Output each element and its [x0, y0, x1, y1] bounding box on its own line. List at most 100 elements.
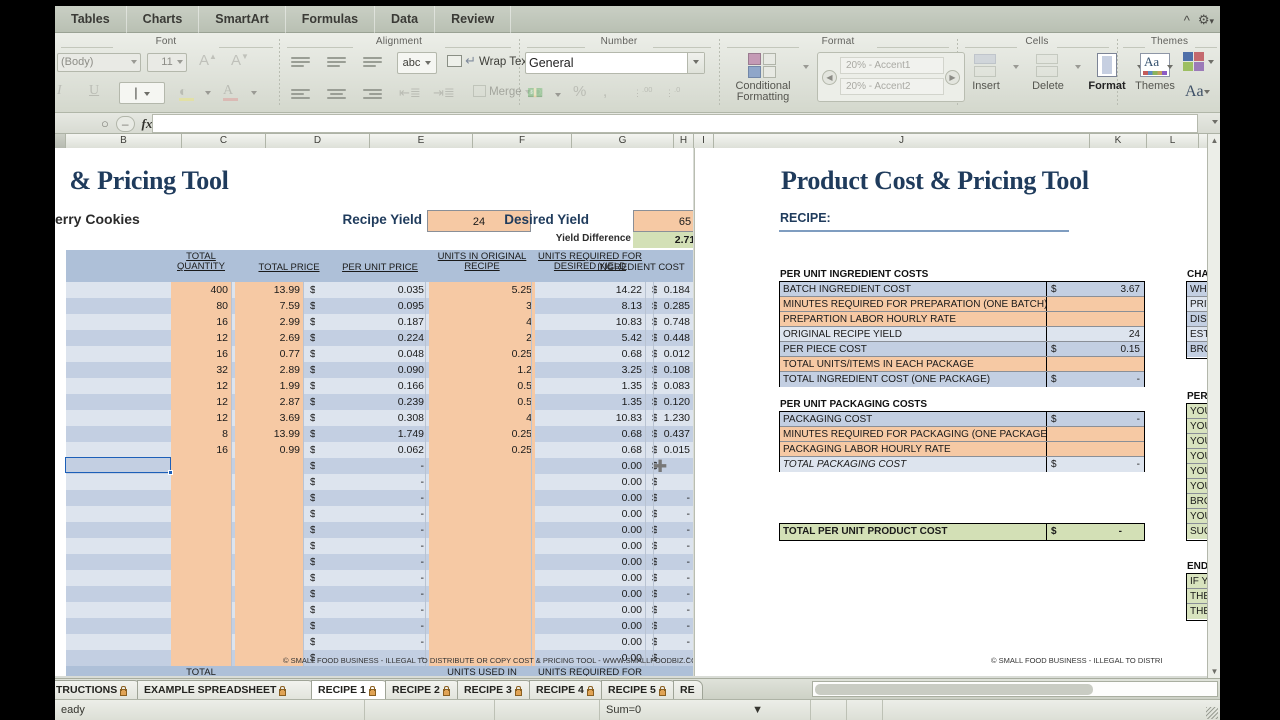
cell-per-unit-price[interactable]: - [315, 538, 427, 554]
shrink-font-button[interactable]: A▼ [231, 52, 249, 69]
cell-per-unit-price[interactable]: 0.187 [315, 314, 427, 330]
cell-total-price[interactable] [235, 634, 303, 650]
cell-total-quantity[interactable]: 12 [171, 410, 231, 426]
vertical-scrollbar[interactable]: ▲ ▼ [1207, 134, 1220, 678]
horizontal-scrollbar[interactable] [812, 681, 1218, 697]
ingredient-cost-row[interactable]: PER PIECE COST $0.15 [780, 342, 1144, 357]
ribbon-tab-data[interactable]: Data [375, 6, 436, 33]
cancel-icon[interactable]: ○ [101, 116, 109, 131]
cell-units-original[interactable] [429, 506, 535, 522]
cell-units-required[interactable]: 0.68 [535, 426, 645, 442]
cell-total-quantity[interactable] [171, 634, 231, 650]
cell-ingredient-cost[interactable]: - [657, 506, 693, 522]
cell-total-price[interactable]: 0.77 [235, 346, 303, 362]
cell-total-quantity[interactable]: 16 [171, 314, 231, 330]
grow-font-button[interactable]: A▲ [199, 52, 217, 69]
cell-units-original[interactable] [429, 490, 535, 506]
cell-units-required[interactable]: 0.00 [535, 490, 645, 506]
cell-ingredient-cost[interactable]: 0.285 [657, 298, 693, 314]
status-sum[interactable]: Sum=0 ▼ [600, 700, 775, 720]
cell-total-price[interactable]: 2.87 [235, 394, 303, 410]
cell-units-required[interactable]: 0.00 [535, 570, 645, 586]
cell-units-required[interactable]: 10.83 [535, 410, 645, 426]
fill-color-button[interactable]: ◐ [179, 83, 194, 101]
cell-styles-gallery[interactable]: ◀ ▶ 20% - Accent1 20% - Accent2 [817, 52, 965, 102]
ingredient-cost-row[interactable]: MINUTES REQUIRED FOR PREPARATION (ONE BA… [780, 297, 1144, 312]
cell-per-unit-price[interactable]: - [315, 506, 427, 522]
font-size-caret-icon[interactable] [177, 60, 183, 64]
fill-color-caret-icon[interactable] [205, 91, 211, 95]
ribbon-tab-smartart[interactable]: SmartArt [199, 6, 286, 33]
cell-units-original[interactable]: 4 [429, 410, 535, 426]
ingredient-cost-row[interactable]: TOTAL UNITS/ITEMS IN EACH PACKAGE [780, 357, 1144, 372]
cell-per-unit-price[interactable]: 0.090 [315, 362, 427, 378]
sheet-tab-tructions[interactable]: TRUCTIONS [55, 680, 141, 699]
cell-total-quantity[interactable] [171, 602, 231, 618]
cell-ingredient-cost[interactable]: 0.012 [657, 346, 693, 362]
chevron-down-icon[interactable]: ▼ [752, 700, 763, 720]
formula-expand-icon[interactable] [1212, 116, 1218, 128]
align-left-button[interactable] [291, 87, 310, 101]
packaging-cost-row-value-cell[interactable] [1046, 442, 1144, 456]
decrease-decimal-icon[interactable]: ⋮.0 [665, 85, 680, 99]
ribbon-tab-formulas[interactable]: Formulas [286, 6, 376, 33]
ingredient-cost-row[interactable]: PREPARTION LABOR HOURLY RATE [780, 312, 1144, 327]
cell-total-quantity[interactable] [171, 650, 231, 666]
name-box[interactable] [55, 113, 101, 133]
packaging-cost-row[interactable]: PACKAGING COST $ - [780, 412, 1144, 427]
cell-ingredient-cost[interactable]: 0.015 [657, 442, 693, 458]
ingredient-cost-row-value-cell[interactable]: 24 [1046, 327, 1144, 341]
theme-fonts-caret-icon[interactable] [1203, 90, 1210, 95]
delete-cells-button[interactable]: Delete [1025, 53, 1071, 92]
align-middle-button[interactable] [327, 55, 346, 69]
indent-increase-icon[interactable]: ⇥≣ [433, 85, 455, 101]
formula-input[interactable] [152, 114, 1198, 133]
cell-total-quantity[interactable]: 32 [171, 362, 231, 378]
align-top-button[interactable] [291, 55, 310, 69]
cell-units-original[interactable]: 1.2 [429, 362, 535, 378]
cell-per-unit-price[interactable]: 0.095 [315, 298, 427, 314]
cell-units-original[interactable] [429, 618, 535, 634]
worksheet-pane-right[interactable]: Product Cost & Pricing Tool RECIPE: PER … [694, 148, 1220, 676]
cell-total-quantity[interactable] [171, 506, 231, 522]
cell-per-unit-price[interactable]: 0.239 [315, 394, 427, 410]
column-header-h[interactable]: H [674, 134, 694, 148]
cell-total-price[interactable] [235, 458, 303, 474]
theme-colors-button[interactable] [1183, 52, 1215, 76]
cell-units-required[interactable]: 1.35 [535, 378, 645, 394]
percent-style-button[interactable]: % [573, 83, 586, 100]
cell-units-required[interactable]: 0.00 [535, 522, 645, 538]
cell-units-required[interactable]: 0.00 [535, 586, 645, 602]
indent-decrease-icon[interactable]: ⇤≣ [399, 85, 421, 101]
cell-units-original[interactable] [429, 474, 535, 490]
theme-fonts-button[interactable]: Aa [1185, 83, 1210, 101]
cell-total-quantity[interactable] [171, 554, 231, 570]
column-header-b[interactable]: B [66, 134, 182, 148]
cell-units-original[interactable] [429, 586, 535, 602]
cell-ingredient-cost[interactable]: - [657, 554, 693, 570]
cell-total-quantity[interactable] [171, 522, 231, 538]
cell-per-unit-price[interactable]: - [315, 522, 427, 538]
cell-units-original[interactable]: 2 [429, 330, 535, 346]
cell-total-price[interactable] [235, 506, 303, 522]
cell-total-price[interactable]: 2.69 [235, 330, 303, 346]
cell-total-quantity[interactable] [171, 570, 231, 586]
desired-yield-value[interactable]: 65 [633, 210, 693, 232]
ingredient-cost-row-value-cell[interactable] [1046, 357, 1144, 371]
cell-ingredient-cost[interactable]: 0.184 [657, 282, 693, 298]
cell-total-price[interactable]: 0.99 [235, 442, 303, 458]
ribbon-tab-review[interactable]: Review [435, 6, 512, 33]
cell-units-original[interactable]: 0.25 [429, 346, 535, 362]
cell-units-required[interactable]: 5.42 [535, 330, 645, 346]
cell-units-original[interactable]: 0.5 [429, 378, 535, 394]
cell-total-price[interactable]: 13.99 [235, 282, 303, 298]
cell-ingredient-cost[interactable]: 0.448 [657, 330, 693, 346]
cell-units-required[interactable]: 0.68 [535, 346, 645, 362]
currency-icon[interactable]: 💵 [527, 85, 543, 101]
sheet-tab-recipe-4[interactable]: RECIPE 4 [529, 680, 605, 699]
cell-total-price[interactable]: 1.99 [235, 378, 303, 394]
cell-total-quantity[interactable]: 80 [171, 298, 231, 314]
cell-units-original[interactable] [429, 458, 535, 474]
currency-caret-icon[interactable] [555, 93, 561, 97]
merge-button[interactable]: Merge [473, 85, 531, 98]
